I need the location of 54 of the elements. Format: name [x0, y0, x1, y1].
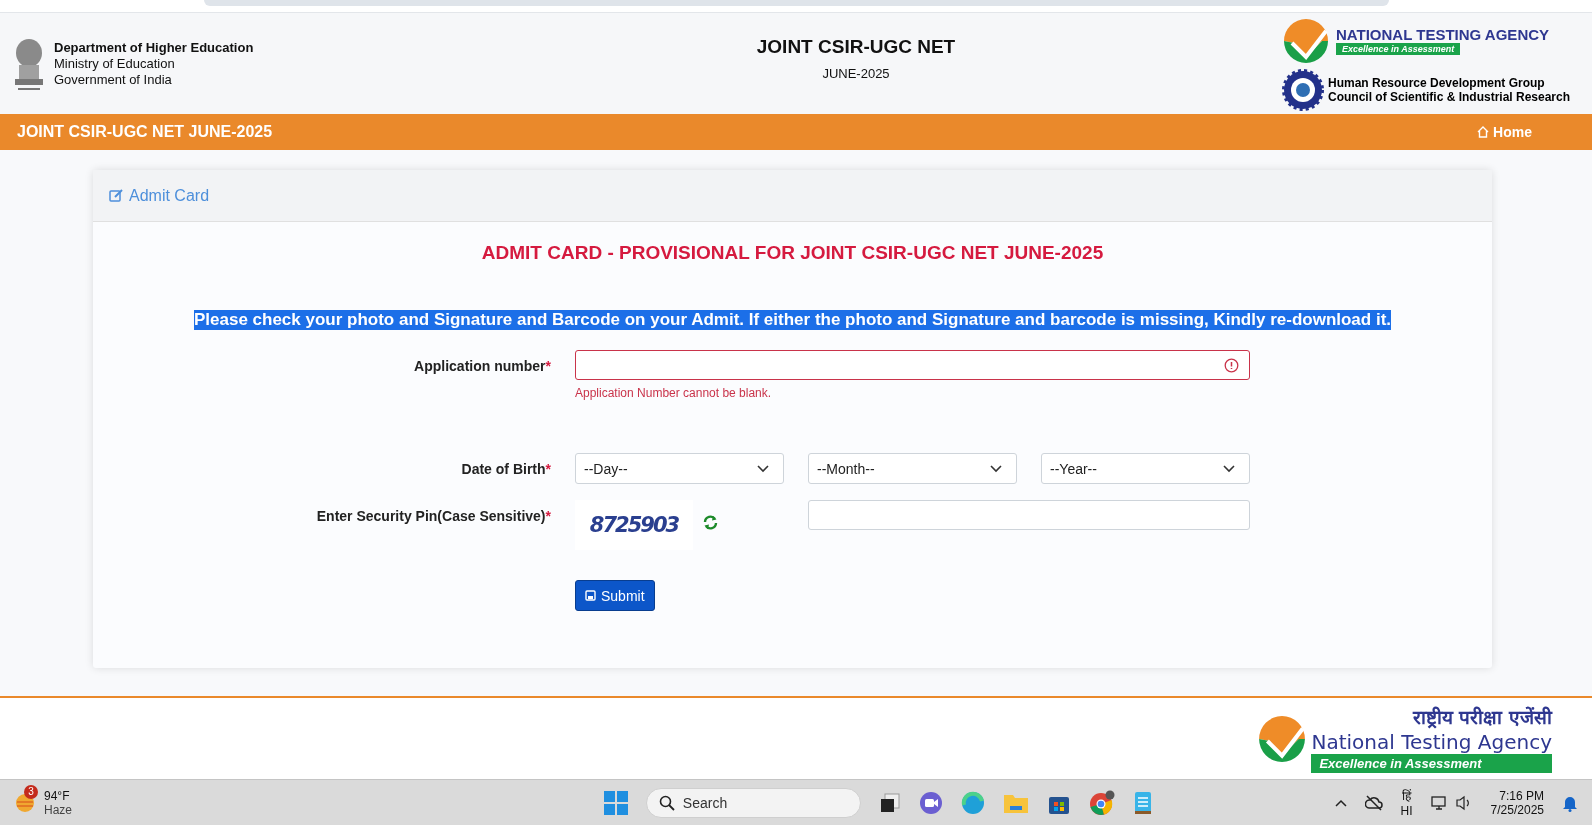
notification-badge: 3: [24, 784, 38, 799]
date-select[interactable]: --Month--: [808, 453, 1017, 484]
notice-text: Please check your photo and Signature and Barcode on your Admit. If either the photo and Signature and barcode is missing, Kindly re-download it.: [193, 310, 1392, 330]
chevron-down-icon: [757, 464, 769, 473]
checkmark-logo-icon: [1257, 713, 1308, 764]
footer-tagline: Excellence in Assessment: [1311, 754, 1552, 773]
security-pin-field[interactable]: [808, 500, 1250, 530]
nav-title: JOINT CSIR-UGC NET JUNE-2025: [17, 123, 273, 141]
admit-card-heading: ADMIT CARD - PROVISIONAL FOR JOINT CSIR-UGC NET JUNE-2025: [481, 242, 1104, 264]
chrome-icon[interactable]: [1088, 789, 1115, 816]
application-number-field[interactable]: [575, 350, 1250, 380]
weather-condition: Haze: [44, 802, 72, 817]
group-name: Human Resource Development Group: [1328, 75, 1546, 90]
error-icon: [1224, 357, 1239, 373]
government-name: Government of India: [54, 71, 173, 88]
home-icon: [1477, 126, 1490, 138]
gear-emblem-icon: [1282, 68, 1324, 111]
ministry-name: Ministry of Education: [54, 55, 176, 72]
search-icon: [658, 794, 675, 811]
error-message: Application Number cannot be blank.: [575, 386, 773, 400]
temperature-text: 94°F: [44, 788, 71, 803]
start-icon[interactable]: [603, 790, 628, 815]
security-pin-label: Enter Security Pin(Case Sensitive)*: [316, 507, 551, 526]
save-icon: [585, 590, 596, 601]
edit-icon: [109, 188, 124, 203]
agency-tagline: Excellence in Assessment: [1336, 43, 1461, 55]
clock-date[interactable]: 7/25/2025: [1490, 802, 1544, 817]
checkmark-logo-icon: [1282, 16, 1330, 65]
video-chat-icon[interactable]: [918, 790, 943, 815]
date-select[interactable]: --Day--: [575, 453, 784, 484]
department-name: Department of Higher Education: [54, 39, 254, 56]
chevron-down-icon: [1223, 464, 1235, 473]
notepad-icon[interactable]: [1132, 789, 1153, 816]
council-name: Council of Scientific & Industrial Research: [1328, 89, 1571, 104]
date-of-birth-label: Date of Birth*: [461, 460, 551, 479]
agency-name: NATIONAL TESTING AGENCY: [1336, 26, 1550, 43]
chevron-down-icon: [990, 464, 1002, 473]
cloud-off-icon[interactable]: [1364, 794, 1383, 811]
chevron-up-icon[interactable]: [1334, 798, 1347, 807]
refresh-icon[interactable]: [702, 514, 719, 531]
card-title: Admit Card: [129, 186, 210, 205]
captcha-image: 8725903: [575, 500, 693, 550]
agency-hindi-name: राष्ट्रीय परीक्षा एजेंसी: [1411, 705, 1552, 730]
language-hindi-text[interactable]: हिं: [1402, 787, 1412, 804]
agency-english-name: National Testing Agency: [1311, 730, 1552, 754]
taskbar-search[interactable]: Search: [645, 787, 861, 818]
task-view-icon[interactable]: [878, 791, 901, 814]
exam-title: JOINT CSIR-UGC NET: [756, 36, 956, 58]
date-select[interactable]: --Year--: [1041, 453, 1250, 484]
exam-session: JUNE-2025: [822, 66, 890, 81]
application-number-label: Application number*: [414, 357, 551, 376]
submit-button[interactable]: Submit: [575, 580, 655, 611]
clock-time[interactable]: 7:16 PM: [1499, 788, 1544, 803]
language-code[interactable]: HI: [1400, 804, 1413, 818]
